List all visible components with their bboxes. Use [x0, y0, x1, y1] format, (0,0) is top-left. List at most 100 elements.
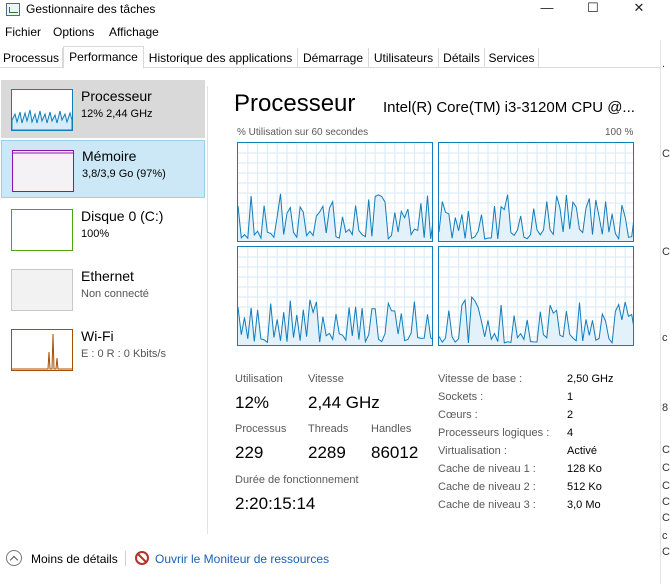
cpu-core-graph-canvas — [439, 143, 633, 241]
footer-separator — [125, 551, 126, 566]
cpu-thumbnail-sparkline — [11, 109, 73, 131]
minimize-button[interactable]: — — [524, 0, 570, 20]
sidebar-item-memoire[interactable]: Mémoire 3,8/3,9 Go (97%) — [1, 140, 205, 198]
cpu-core-graph-canvas — [238, 247, 432, 345]
sidebar-label-memoire: Mémoire — [82, 148, 137, 164]
spec-label-l1: Cache de niveau 1 : — [438, 463, 536, 475]
vitesse-value: 2,44 GHz — [308, 393, 380, 412]
sidebar-item-ethernet[interactable]: Ethernet Non connecté — [1, 260, 205, 318]
sidebar-label-ethernet: Ethernet — [81, 268, 134, 284]
panel-divider — [207, 86, 208, 534]
spec-value-logical: 4 — [567, 427, 574, 439]
sidebar-sub-ethernet: Non connecté — [81, 288, 149, 300]
background-glyph: c — [662, 530, 668, 542]
processus-value: 229 — [235, 443, 264, 462]
background-glyph: C — [662, 444, 670, 456]
utilisation-label: Utilisation — [235, 373, 283, 385]
close-button[interactable]: ✕ — [616, 0, 662, 20]
uptime-value: 2:20:15:14 — [235, 494, 316, 513]
spec-label-base-speed: Vitesse de base : — [438, 373, 523, 385]
background-glyph: C — [662, 496, 670, 508]
title-bar: Gestionnaire des tâches — ☐ ✕ — [0, 0, 670, 22]
spec-label-virtualisation: Virtualisation : — [438, 445, 507, 457]
maximize-button[interactable]: ☐ — [570, 0, 616, 20]
spec-value-virtualisation: Activé — [567, 445, 597, 457]
tab-performance[interactable]: Performance — [63, 46, 144, 69]
spec-value-l3: 3,0 Mo — [567, 499, 601, 511]
cpu-core-graph-2 — [237, 246, 433, 346]
tab-historique[interactable]: Historique des applications — [144, 48, 298, 68]
tab-details[interactable]: Détails — [439, 48, 485, 68]
memory-thumbnail-sparkline — [13, 152, 73, 154]
background-glyph: C — [662, 480, 670, 492]
footer-bar: Moins de détails Ouvrir le Moniteur de r… — [0, 548, 660, 572]
tab-services[interactable]: Services — [485, 48, 539, 68]
resource-monitor-icon[interactable] — [135, 551, 149, 565]
tab-demarrage[interactable]: Démarrage — [298, 48, 369, 68]
tab-utilisateurs[interactable]: Utilisateurs — [369, 48, 439, 68]
processus-label: Processus — [235, 423, 287, 435]
menu-options[interactable]: Options — [53, 25, 94, 39]
tab-processus[interactable]: Processus — [0, 48, 63, 68]
cpu-core-graph-canvas — [238, 143, 432, 241]
background-glyph: C — [662, 462, 670, 474]
wifi-thumbnail-graph — [11, 329, 73, 371]
spec-value-base-speed: 2,50 GHz — [567, 373, 614, 385]
cpu-core-graph-3 — [438, 246, 634, 346]
sidebar-sub-memoire: 3,8/3,9 Go (97%) — [82, 168, 166, 180]
less-details-button[interactable]: Moins de détails — [31, 552, 118, 566]
spec-label-logical: Processeurs logiques : — [438, 427, 550, 439]
sidebar-sub-wifi: E : 0 R : 0 Kbits/s — [81, 348, 166, 360]
spec-value-sockets: 1 — [567, 391, 574, 403]
background-glyph: . — [662, 58, 666, 70]
resource-sidebar: Processeur 12% 2,44 GHz Mémoire 3,8/3,9 … — [0, 80, 207, 540]
memory-thumbnail-graph — [12, 150, 74, 192]
threads-label: Threads — [308, 423, 349, 435]
menu-affichage[interactable]: Affichage — [109, 25, 159, 39]
tab-bar: Processus Performance Historique des app… — [0, 46, 660, 69]
background-glyph: 8 — [662, 402, 669, 414]
handles-label: Handles — [371, 423, 412, 435]
graph-caption: % Utilisation sur 60 secondes — [237, 127, 369, 138]
spec-value-l2: 512 Ko — [567, 481, 602, 493]
disk-thumbnail-graph — [11, 209, 73, 251]
handles-value: 86012 — [371, 443, 419, 462]
utilisation-value: 12% — [235, 393, 270, 412]
task-manager-icon — [6, 3, 20, 16]
sidebar-item-processeur[interactable]: Processeur 12% 2,44 GHz — [1, 80, 205, 138]
background-glyph: C — [662, 512, 670, 524]
ethernet-thumbnail-graph — [11, 269, 73, 311]
sidebar-item-wifi[interactable]: Wi-Fi E : 0 R : 0 Kbits/s — [1, 320, 205, 378]
spec-label-cores: Cœurs : — [438, 409, 478, 421]
vitesse-label: Vitesse — [308, 373, 344, 385]
background-glyph: C — [662, 246, 670, 258]
sidebar-item-disque[interactable]: Disque 0 (C:) 100% — [1, 200, 205, 258]
cpu-core-graph-1 — [438, 142, 634, 242]
chevron-up-icon[interactable] — [6, 550, 22, 566]
sidebar-label-processeur: Processeur — [81, 88, 152, 104]
graph-max-label: 100 % — [605, 127, 634, 138]
cpu-core-graph-0 — [237, 142, 433, 242]
spec-value-cores: 2 — [567, 409, 574, 421]
sidebar-sub-processeur: 12% 2,44 GHz — [81, 108, 153, 120]
open-resource-monitor-link[interactable]: Ouvrir le Moniteur de ressources — [155, 552, 329, 566]
cpu-thumbnail-graph — [11, 89, 73, 131]
uptime-label: Durée de fonctionnement — [235, 474, 359, 486]
cpu-model-name: Intel(R) Core(TM) i3-3120M CPU @... — [383, 99, 635, 116]
menu-fichier[interactable]: Fichier — [5, 25, 41, 39]
sidebar-label-wifi: Wi-Fi — [81, 328, 114, 344]
spec-value-l1: 128 Ko — [567, 463, 602, 475]
cpu-core-graph-canvas — [439, 247, 633, 345]
threads-value: 2289 — [308, 443, 346, 462]
sidebar-label-disque: Disque 0 (C:) — [81, 208, 164, 224]
spec-label-sockets: Sockets : — [438, 391, 484, 403]
window-title: Gestionnaire des tâches — [26, 2, 156, 16]
sidebar-sub-disque: 100% — [81, 228, 110, 240]
background-glyph: c — [662, 332, 668, 344]
spec-label-l3: Cache de niveau 3 : — [438, 499, 536, 511]
spec-label-l2: Cache de niveau 2 : — [438, 481, 536, 493]
background-glyph: C — [662, 148, 670, 160]
background-glyph: C — [662, 546, 670, 558]
wifi-thumbnail-sparkline — [12, 333, 72, 370]
page-title: Processeur — [234, 90, 356, 117]
